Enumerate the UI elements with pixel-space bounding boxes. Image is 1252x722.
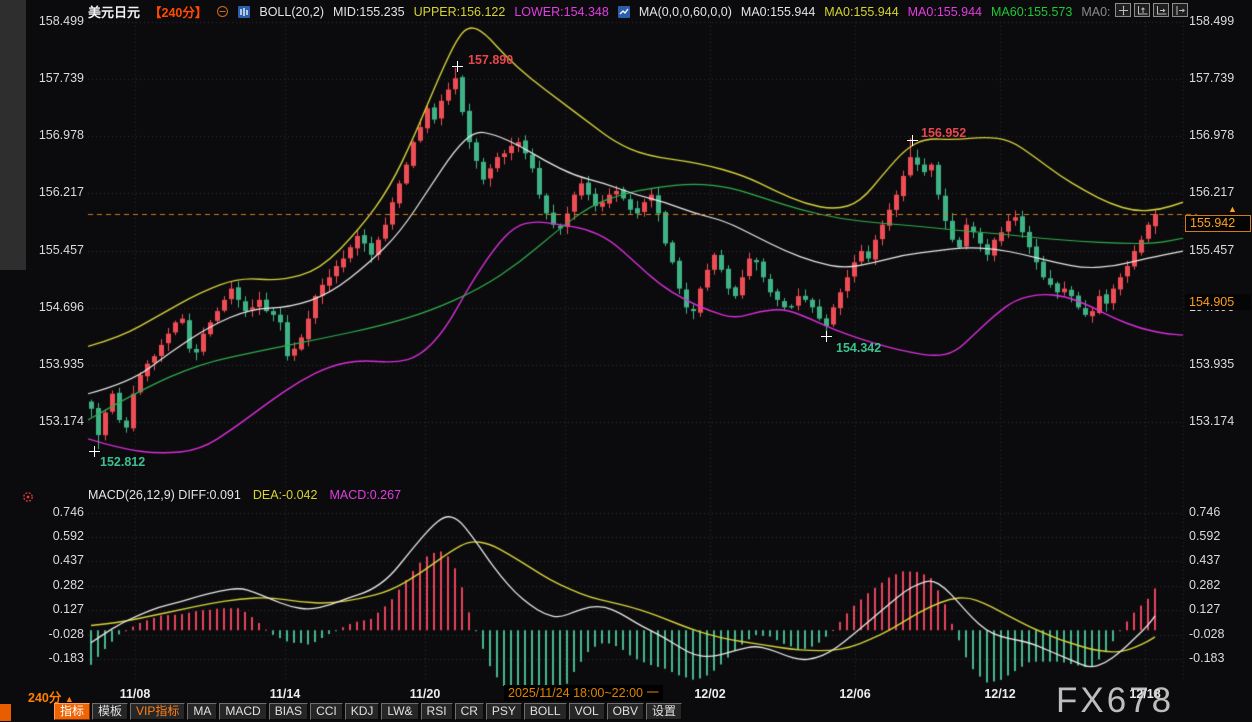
- price-axis-label: 156.978: [29, 128, 84, 142]
- date-label: 12/02: [694, 687, 725, 701]
- price-axis-label: 155.457: [29, 243, 84, 257]
- ma-indicator-icon[interactable]: [618, 6, 630, 18]
- boll-indicator-icon[interactable]: [238, 6, 250, 18]
- toolbar-vol-button[interactable]: VOL: [569, 703, 605, 720]
- boll-lower-value: LOWER:154.348: [514, 5, 609, 19]
- macd-axis-label: -0.028: [1189, 627, 1244, 641]
- macd-axis-label: 0.282: [29, 578, 84, 592]
- toolbar-lwr-button[interactable]: LW&: [381, 703, 418, 720]
- boll-mid-value: MID:155.235: [333, 5, 405, 19]
- price-axis-label: 158.499: [1189, 14, 1244, 28]
- ma0-yellow-value: MA0:155.944: [824, 5, 898, 19]
- ma0-white-value: MA0:155.944: [741, 5, 815, 19]
- macd-axis-label: 0.746: [1189, 505, 1244, 519]
- ma-name-label: MA(0,0,0,60,0,0): [639, 5, 732, 19]
- toolbar-template-button[interactable]: 模板: [92, 703, 128, 720]
- toolbar-bias-button[interactable]: BIAS: [269, 703, 308, 720]
- toolbar-kdj-button[interactable]: KDJ: [345, 703, 380, 720]
- indicator-header: 美元日元 【240分】 BOLL(20,2) MID:155.235 UPPER…: [88, 2, 1111, 21]
- price-axis-label: 153.935: [29, 357, 84, 371]
- price-axis-label: 153.935: [1189, 357, 1244, 371]
- crosshair-move-icon[interactable]: [1115, 3, 1131, 17]
- price-axis-label: 156.978: [1189, 128, 1244, 142]
- date-label: 12/12: [984, 687, 1015, 701]
- axis-play-right-icon[interactable]: [1153, 3, 1169, 17]
- toolbar-obv-button[interactable]: OBV: [607, 703, 644, 720]
- price-axis-label: 155.457: [1189, 243, 1244, 257]
- indicator-toolbar: 指标 模板 VIP指标 MA MACD BIAS CCI KDJ LW& RSI…: [54, 703, 682, 720]
- price-up-arrow-icon: ▲: [1228, 204, 1237, 214]
- price-axis-label: 156.217: [1189, 185, 1244, 199]
- macd-axis-label: 0.592: [1189, 529, 1244, 543]
- symbol-title: 美元日元: [88, 2, 140, 21]
- chart-canvas[interactable]: [0, 0, 1252, 686]
- left-sidebar: [0, 0, 26, 270]
- minus-circle-icon[interactable]: [216, 5, 229, 18]
- toolbar-ma-button[interactable]: MA: [187, 703, 217, 720]
- toolbar-cci-button[interactable]: CCI: [310, 703, 343, 720]
- macd-header: MACD(26,12,9) DIFF:0.091 DEA:-0.042 MACD…: [88, 488, 401, 502]
- macd-axis-label: 0.437: [1189, 553, 1244, 567]
- ma60-value: MA60:155.573: [991, 5, 1072, 19]
- date-label: 11/20: [410, 687, 441, 701]
- macd-settings-icon[interactable]: [21, 490, 35, 509]
- axis-zoom-up-icon[interactable]: [1134, 3, 1150, 17]
- chart-toolbar: [1115, 3, 1188, 17]
- crosshair-datetime-label: 2025/11/24 18:00~22:00 一: [504, 685, 663, 701]
- low-marker-cross-icon: [821, 331, 832, 342]
- ma0-magenta-value: MA0:155.944: [908, 5, 982, 19]
- macd-title-diff-value: MACD(26,12,9) DIFF:0.091: [88, 488, 241, 502]
- high-price-annotation: 157.890: [468, 53, 513, 67]
- macd-axis-label: -0.183: [1189, 651, 1244, 665]
- toolbar-settings-button[interactable]: 设置: [646, 703, 682, 720]
- toolbar-macd-button[interactable]: MACD: [219, 703, 266, 720]
- toolbar-boll-button[interactable]: BOLL: [524, 703, 567, 720]
- timeframe-label: 【240分】: [149, 2, 207, 21]
- price-axis-label: 156.217: [29, 185, 84, 199]
- toolbar-indicator-button[interactable]: 指标: [54, 703, 90, 720]
- boll-upper-value: UPPER:156.122: [414, 5, 506, 19]
- page-forward-icon[interactable]: [1172, 3, 1188, 17]
- high-price-annotation: 156.952: [921, 126, 966, 140]
- toolbar-psy-button[interactable]: PSY: [486, 703, 522, 720]
- macd-axis-label: -0.028: [29, 627, 84, 641]
- current-price-badge: 155.942: [1185, 215, 1251, 232]
- price-axis-label: 158.499: [29, 14, 84, 28]
- date-label: 12/06: [839, 687, 870, 701]
- price-axis-label: 157.739: [1189, 71, 1244, 85]
- macd-axis-label: -0.183: [29, 651, 84, 665]
- macd-dea-value: DEA:-0.042: [253, 488, 318, 502]
- toolbar-cr-button[interactable]: CR: [455, 703, 484, 720]
- macd-axis-label: 0.127: [29, 602, 84, 616]
- low-price-annotation: 152.812: [100, 455, 145, 469]
- toolbar-vip-indicator-button[interactable]: VIP指标: [130, 703, 185, 720]
- price-axis-label: 154.696: [29, 300, 84, 314]
- toolbar-rsi-button[interactable]: RSI: [421, 703, 453, 720]
- price-axis-label: 157.739: [29, 71, 84, 85]
- macd-axis-label: 0.746: [29, 505, 84, 519]
- corner-accent: [0, 704, 11, 721]
- low-price-annotation: 154.342: [836, 341, 881, 355]
- high-marker-cross-icon: [452, 61, 463, 72]
- macd-axis-label: 0.437: [29, 553, 84, 567]
- price-axis-label: 153.174: [29, 414, 84, 428]
- date-label: 12/18: [1129, 687, 1160, 701]
- low-marker-cross-icon: [89, 446, 100, 457]
- date-label: 11/14: [270, 687, 301, 701]
- price-axis-label: 153.174: [1189, 414, 1244, 428]
- date-label: 11/08: [120, 687, 151, 701]
- high-marker-cross-icon: [907, 135, 918, 146]
- ma0-gray-value: MA0:: [1081, 5, 1110, 19]
- macd-axis-label: 0.592: [29, 529, 84, 543]
- boll-name-label: BOLL(20,2): [259, 5, 324, 19]
- macd-axis-label: 0.282: [1189, 578, 1244, 592]
- secondary-price-badge: 154.905: [1185, 294, 1251, 310]
- macd-value: MACD:0.267: [329, 488, 401, 502]
- macd-axis-label: 0.127: [1189, 602, 1244, 616]
